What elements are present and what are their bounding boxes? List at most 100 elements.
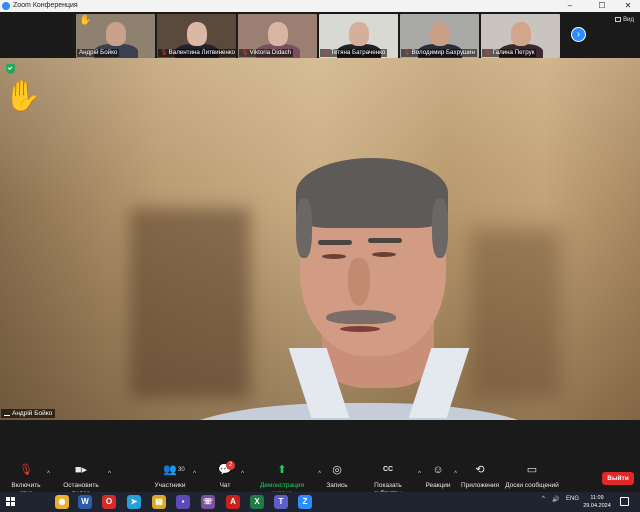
participants-button[interactable]: 👥 30 Участники ^ [152,464,196,490]
speaker-hair [296,158,448,228]
mic-muted-icon: 🎙 [484,50,492,56]
chevron-up-icon[interactable]: ^ [418,470,421,478]
record-icon: ◎ [332,464,342,476]
teams-icon[interactable]: T [274,495,288,509]
participant-face [349,22,369,46]
opera-icon[interactable]: O [102,495,116,509]
speaker-eyebrow [368,238,402,243]
clock-time: 11:09 [590,495,604,501]
mic-muted-icon: 🎙 [160,50,168,56]
participant-face [268,22,288,46]
minimize-button[interactable]: – [560,0,580,12]
speaker-eye [322,254,346,259]
chevron-up-icon[interactable]: ^ [108,470,111,478]
zoom-icon[interactable]: Z [298,495,312,509]
word-icon[interactable]: W [78,495,92,509]
gallery-strip: Вид ✋ Андрій Бойко 🎙Валентина Литвиненко … [0,12,640,58]
chevron-up-icon[interactable]: ^ [241,470,244,478]
telegram-icon[interactable]: ➤ [127,495,141,509]
participant-name-text: Володимир Бахрушин [411,49,475,56]
signal-icon [4,411,10,416]
participants-label: Участники [154,482,186,489]
video-tile[interactable]: 🎙Володимир Бахрушин [400,14,479,58]
participant-name-text: Галина Петрук [492,49,535,56]
window-title: Zoom Конференция [13,2,78,9]
raised-hand-icon: ✋ [4,80,42,113]
notifications-icon[interactable] [620,497,629,506]
next-page-button[interactable]: › [571,27,586,42]
windows-start-icon[interactable] [6,497,16,507]
participant-face [511,22,531,46]
chrome-icon[interactable]: ◉ [55,495,69,509]
smile-icon: ☺ [432,464,444,476]
video-tile[interactable]: 🎙Валентина Литвиненко [157,14,236,58]
mic-muted-icon: 🎙 [322,50,330,56]
speaker-hair [296,198,312,258]
chevron-up-icon[interactable]: ^ [318,470,321,478]
chevron-up-icon[interactable]: ^ [193,470,196,478]
active-speaker-video [0,58,640,420]
record-button[interactable]: ◎ Запись [324,464,350,490]
excel-icon[interactable]: X [250,495,264,509]
zoom-window: Zoom Конференция – ☐ ✕ Вид ✋ Андрій Бойко… [0,0,640,512]
raised-hand-icon: ✋ [79,15,92,26]
pdf-icon[interactable]: A [226,495,240,509]
video-tile[interactable]: ✋ Андрій Бойко [76,14,155,58]
whiteboards-button[interactable]: ▭ Доски сообщений [505,464,559,490]
participant-name: Андрій Бойко [77,49,120,57]
video-tile[interactable]: 🎙Viktoria Didach [238,14,317,58]
participant-name: 🎙Viktoria Didach [239,49,294,57]
save-icon[interactable]: ▪ [176,495,190,509]
chevron-up-icon[interactable]: ^ [47,470,50,478]
volume-icon[interactable]: 🔊 [552,496,559,503]
camera-icon: ■▸ [74,464,88,476]
participant-name: 🎙Галина Петрук [482,49,537,57]
speaker-moustache [326,310,396,324]
maximize-button[interactable]: ☐ [592,0,612,12]
grid-view-icon [615,17,622,22]
participant-name-text: Андрій Бойко [79,49,118,56]
meeting-toolbar: 🎙 Включить звук ^ ■▸ Остановить видео ^ … [0,460,640,497]
clock-date: 29.04.2024 [583,503,611,509]
participant-face [106,22,126,46]
speaker-mouth [340,326,380,332]
speaker-eye [372,252,396,257]
video-tile[interactable]: 🎙Галина Петрук [481,14,560,58]
view-button[interactable]: Вид [615,17,634,23]
chat-badge: 2 [226,461,235,470]
participant-name: 🎙Володимир Бахрушин [401,49,477,57]
share-screen-icon: ⬆ [277,464,287,476]
leave-button[interactable]: Выйти [602,472,634,485]
whiteboard-icon: ▭ [526,464,538,476]
speaker-name-label: Андрій Бойко [1,409,56,418]
chat-button[interactable]: 💬 2 Чат ^ [214,461,244,490]
participant-name-text: Тетяна Батраченко [330,49,386,56]
participants-count: 30 [178,467,185,473]
title-bar: Zoom Конференция – ☐ ✕ [0,0,640,12]
mic-muted-icon: 🎙 [241,50,249,56]
whiteboards-label: Доски сообщений [505,482,559,489]
viber-icon[interactable]: ☏ [201,495,215,509]
speaker-nose [348,258,370,306]
apps-button[interactable]: ⟲ Приложения [461,464,499,490]
participant-face [430,22,450,46]
participant-name-text: Валентина Литвиненко [168,49,236,56]
language-indicator[interactable]: ENG [566,496,579,502]
tray-chevron-icon[interactable]: ^ [542,496,545,502]
participant-face [187,22,207,46]
speaker-name: Андрій Бойко [12,410,53,417]
mic-muted-icon: 🎙 [403,50,411,56]
close-button[interactable]: ✕ [618,0,638,12]
chat-label: Чат [219,482,231,489]
video-tile[interactable]: 🎙Тетяна Батраченко [319,14,398,58]
shield-icon[interactable] [6,64,15,74]
speaker-hair [432,198,448,258]
explorer-icon[interactable]: ▤ [152,495,166,509]
system-clock[interactable]: 11:09 29.04.2024 [580,494,614,510]
cc-icon: CC [382,466,394,473]
chevron-up-icon[interactable]: ^ [454,470,457,478]
reactions-button[interactable]: ☺ Реакции ^ [424,464,457,490]
mic-muted-icon: 🎙 [19,464,33,476]
chevron-right-icon: › [576,29,581,40]
participant-name: 🎙Валентина Литвиненко [158,49,236,57]
